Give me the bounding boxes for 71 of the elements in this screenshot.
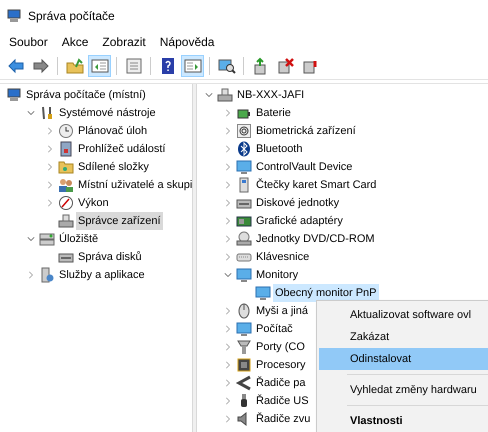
folder-icon — [58, 159, 74, 175]
device-item[interactable]: Obecný monitor PnP — [273, 284, 378, 302]
monitor-icon — [255, 285, 271, 301]
storage-icon — [39, 231, 55, 247]
menu-item[interactable]: Akce — [54, 32, 96, 52]
monitor-icon — [236, 159, 252, 175]
optical-drive-icon — [236, 231, 252, 247]
tree-item[interactable]: Správa disků — [76, 248, 144, 266]
device-item[interactable]: NB-XXX-JAFI — [235, 86, 306, 104]
tree-item[interactable]: Správa počítače (místní) — [24, 86, 148, 104]
back-arrow-icon — [6, 56, 24, 74]
monitor-icon — [236, 267, 252, 283]
device-item[interactable]: Čtečky karet Smart Card — [254, 176, 378, 194]
device-item[interactable]: Biometrická zařízení — [254, 122, 358, 140]
fingerprint-icon — [236, 123, 252, 139]
device-item[interactable]: ControlVault Device — [254, 158, 354, 176]
context-menu-item[interactable]: Zakázat — [319, 326, 488, 348]
computer-icon — [6, 87, 22, 103]
device-icon — [58, 213, 74, 229]
device-icon — [217, 87, 233, 103]
tree-item[interactable]: Plánovač úloh — [76, 122, 150, 140]
device-item[interactable]: Počítač — [254, 320, 295, 338]
users-icon — [58, 177, 74, 193]
context-menu-item[interactable]: Odinstalovat — [319, 348, 488, 370]
tree-item[interactable]: Systémové nástroje — [57, 104, 158, 122]
folder-up-icon — [66, 56, 84, 74]
device-item[interactable]: Bluetooth — [254, 140, 304, 158]
tree-item[interactable]: Služby a aplikace — [57, 266, 147, 284]
device-item[interactable]: Baterie — [254, 104, 293, 122]
mouse-icon — [236, 303, 252, 319]
tree-pane-icon — [90, 56, 108, 74]
device-item[interactable]: Grafické adaptéry — [254, 212, 345, 230]
forward-arrow-icon — [32, 56, 50, 74]
device-item[interactable]: Klávesnice — [254, 248, 312, 266]
device-item[interactable]: Řadiče zvu — [254, 410, 312, 428]
device-item[interactable]: Monitory — [254, 266, 300, 284]
tree-item[interactable]: Správce zařízení — [76, 212, 163, 230]
tree-item[interactable]: Místní uživatelé a skupi — [76, 176, 192, 194]
device-item[interactable]: Myši a jiná — [254, 302, 310, 320]
window-title: Správa počítače — [28, 8, 115, 25]
scan-monitor-icon — [218, 56, 236, 74]
toolbar-button[interactable] — [181, 54, 204, 76]
device-item[interactable]: Diskové jednotky — [254, 194, 342, 212]
clock-icon — [58, 123, 74, 139]
device-item[interactable]: Jednotky DVD/CD-ROM — [254, 230, 377, 248]
properties-icon — [124, 56, 142, 74]
services-icon — [39, 267, 55, 283]
context-menu-item[interactable]: Vlastnosti — [319, 410, 488, 432]
menu-item[interactable]: Soubor — [2, 32, 55, 52]
tools-icon — [39, 105, 55, 121]
action-pane-icon — [184, 56, 202, 74]
device-item[interactable]: Řadiče pa — [254, 374, 308, 392]
context-menu-item[interactable]: Aktualizovat software ovl — [319, 304, 488, 326]
bluetooth-icon — [236, 141, 252, 157]
monitor-icon — [236, 321, 252, 337]
processor-icon — [236, 357, 252, 373]
device-item[interactable]: Řadiče US — [254, 392, 311, 410]
menu-item[interactable]: Zobrazit — [95, 32, 153, 52]
menu-item[interactable]: Nápověda — [152, 32, 222, 52]
tree-item[interactable]: Prohlížeč událostí — [76, 140, 168, 158]
log-book-icon — [58, 141, 74, 157]
tree-item[interactable]: Úložiště — [57, 230, 100, 248]
gauge-icon — [58, 195, 74, 211]
device-item[interactable]: Procesory — [254, 356, 308, 374]
computer-icon — [6, 8, 22, 24]
toolbar-button[interactable] — [88, 54, 111, 76]
tree-item[interactable]: Sdílené složky — [76, 158, 151, 176]
context-menu-item[interactable]: Vyhledat změny hardwaru — [319, 379, 488, 401]
device-item[interactable]: Porty (CO — [254, 338, 307, 356]
tree-item[interactable]: Výkon — [76, 194, 111, 212]
disable-device-icon — [276, 56, 294, 74]
